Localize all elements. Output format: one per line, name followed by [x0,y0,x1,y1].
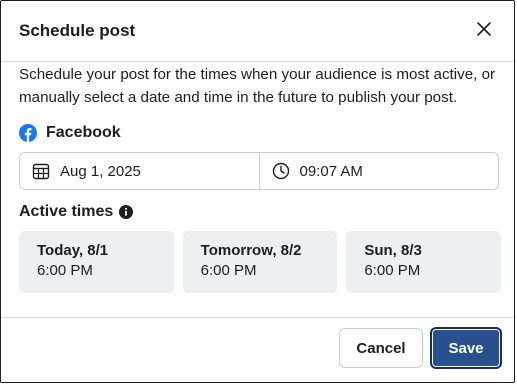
close-icon[interactable] [474,19,494,39]
time-value: 09:07 AM [299,162,363,180]
slot-day: Sun, 8/3 [364,242,422,259]
active-time-slot[interactable]: Today, 8/1 6:00 PM [19,231,174,293]
dialog-footer-divider [1,317,514,318]
dialog-description: Schedule your post for the times when yo… [19,66,496,106]
slot-time: 6:00 PM [37,262,93,279]
schedule-post-dialog: Schedule post Schedule your post for the… [0,0,515,383]
platform-name: Facebook [46,124,121,141]
dialog-title: Schedule post [19,21,136,40]
platform-row: Facebook [19,122,121,144]
save-button[interactable]: Save [430,327,502,369]
slot-day: Today, 8/1 [37,242,109,259]
active-time-slot[interactable]: Sun, 8/3 6:00 PM [346,231,502,293]
dialog-header: Schedule post [1,1,514,62]
info-icon[interactable] [119,205,134,219]
active-time-slots: Today, 8/1 6:00 PM Tomorrow, 8/2 6:00 PM… [19,231,502,293]
facebook-icon [19,124,37,142]
date-value: Aug 1, 2025 [60,162,141,180]
date-field[interactable]: Aug 1, 2025 [20,153,259,189]
datetime-picker: Aug 1, 2025 09:07 AM [19,152,499,190]
active-time-slot[interactable]: Tomorrow, 8/2 6:00 PM [182,231,338,293]
clock-icon [272,162,289,180]
slot-day: Tomorrow, 8/2 [200,242,302,259]
active-times-label: Active times [19,203,114,220]
slot-time: 6:00 PM [364,262,421,279]
active-times-heading: Active times [19,201,134,223]
slot-time: 6:00 PM [200,262,257,279]
cancel-button[interactable]: Cancel [339,328,423,368]
time-field[interactable]: 09:07 AM [258,153,499,189]
calendar-icon [32,163,50,180]
